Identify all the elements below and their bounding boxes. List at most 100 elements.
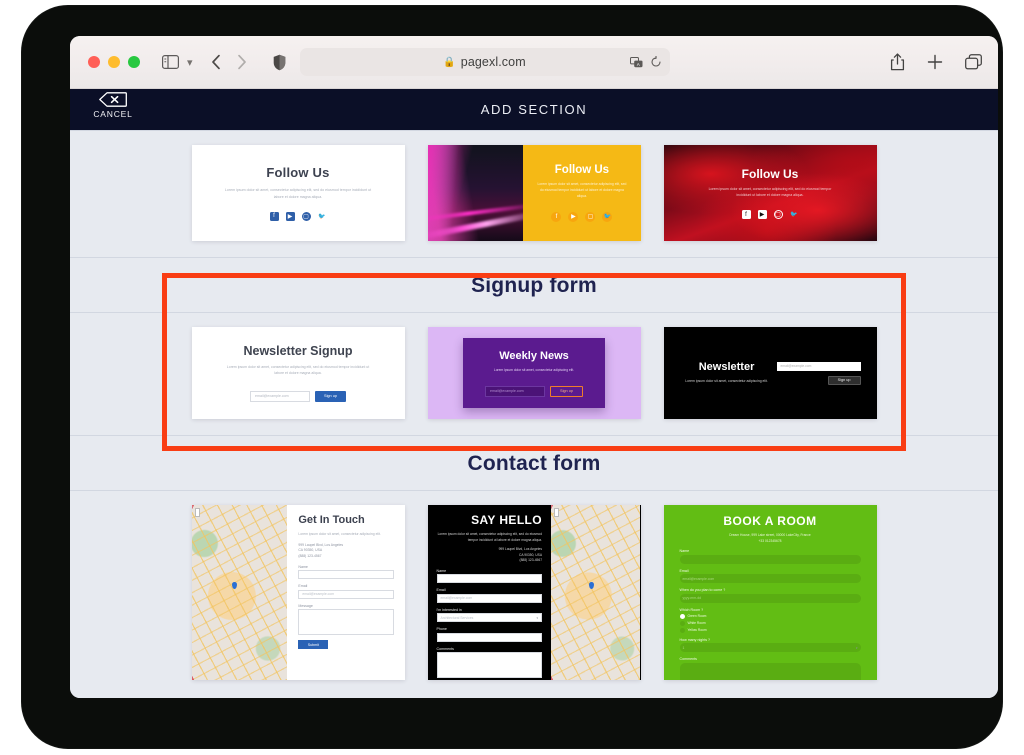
submit-button[interactable]: Submit xyxy=(298,640,329,650)
twitter-icon[interactable]: 🐦 xyxy=(602,211,613,222)
youtube-icon[interactable]: ▶ xyxy=(568,211,579,222)
card-heading: Weekly News xyxy=(499,349,569,362)
twitter-icon[interactable]: 🐦 xyxy=(318,212,327,221)
section-gallery[interactable]: Follow Us Lorem ipsum dolor sit amet, co… xyxy=(70,130,998,698)
name-input[interactable] xyxy=(436,574,543,584)
plus-icon[interactable] xyxy=(927,54,943,70)
card-follow-us-yellow[interactable]: Follow Us Lorem ipsum dolor sit amet, co… xyxy=(427,145,641,241)
back-chevron-icon[interactable] xyxy=(211,54,222,70)
youtube-icon[interactable]: ▶ xyxy=(285,211,295,221)
facebook-icon[interactable]: f xyxy=(551,211,562,222)
minimize-window-button[interactable] xyxy=(108,56,120,68)
chevron-down-icon[interactable]: ▾ xyxy=(187,56,193,69)
card-heading: BOOK A ROOM xyxy=(723,514,817,528)
card-book-a-room[interactable]: BOOK A ROOM Dream House, 999 Lake street… xyxy=(663,505,877,680)
field-label-comments: Comments xyxy=(679,657,697,662)
interested-in-value: Architectural Services xyxy=(440,615,474,620)
name-input[interactable] xyxy=(679,554,861,564)
field-label-interested-in: I'm interested in xyxy=(436,607,462,612)
social-links[interactable]: f ▶ ▢ 🐦 xyxy=(551,211,613,222)
map-image xyxy=(191,505,288,680)
youtube-icon[interactable]: ▶ xyxy=(757,210,767,220)
maximize-window-button[interactable] xyxy=(128,56,140,68)
sidebar-icon[interactable] xyxy=(162,55,179,69)
card-description: Lorem ipsum dolor sit amet, consectetur … xyxy=(685,379,768,384)
app-topbar: CANCEL ADD SECTION xyxy=(70,89,998,130)
radio-option-white-room[interactable]: White Room xyxy=(679,620,861,626)
page-title: ADD SECTION xyxy=(480,102,588,117)
card-address: Dream House, 999 Lake street, 00000 Lake… xyxy=(729,533,811,543)
email-input[interactable]: email@example.com xyxy=(436,593,543,603)
field-label-phone: Phone xyxy=(436,627,447,632)
social-links[interactable]: f ▶ ▢ 🐦 xyxy=(741,210,799,220)
card-follow-us-red[interactable]: Follow Us Lorem ipsum dolor sit amet, co… xyxy=(663,145,877,241)
card-description: Lorem ipsum dolor sit amet, consectetur … xyxy=(437,532,543,542)
reload-icon[interactable] xyxy=(650,56,662,68)
card-heading: Follow Us xyxy=(266,165,330,181)
interested-in-select[interactable]: Architectural Services ▾ xyxy=(436,613,543,623)
cancel-button[interactable]: CANCEL xyxy=(82,92,144,119)
forward-chevron-icon[interactable] xyxy=(236,54,247,70)
facebook-icon[interactable]: f xyxy=(269,211,279,221)
field-label-name: Name xyxy=(436,568,447,573)
close-window-button[interactable] xyxy=(88,56,100,68)
card-description: Lorem ipsum dolor sit amet, consectetur … xyxy=(708,186,832,197)
phone-input[interactable] xyxy=(436,632,543,642)
facebook-icon[interactable]: f xyxy=(741,210,751,220)
card-image xyxy=(427,145,524,241)
card-heading: Newsletter Signup xyxy=(243,344,353,359)
radio-icon xyxy=(679,620,685,626)
email-input[interactable]: email@example.com xyxy=(298,589,394,599)
card-newsletter-black[interactable]: Newsletter Lorem ipsum dolor sit amet, c… xyxy=(663,327,877,419)
address-bar[interactable]: 🔒 pagexl.com A xyxy=(299,48,670,76)
radio-label: Yellow Room xyxy=(687,628,707,633)
lock-icon: 🔒 xyxy=(443,56,456,68)
card-follow-us-white[interactable]: Follow Us Lorem ipsum dolor sit amet, co… xyxy=(191,145,405,241)
instagram-icon[interactable]: ▢ xyxy=(585,211,596,222)
card-description: Lorem ipsum dolor sit amet, consectetur … xyxy=(224,188,372,199)
shield-icon[interactable] xyxy=(273,54,286,71)
card-newsletter-signup-white[interactable]: Newsletter Signup Lorem ipsum dolor sit … xyxy=(191,327,405,419)
comments-textarea[interactable] xyxy=(436,652,543,679)
email-input[interactable]: email@example.com xyxy=(485,385,546,397)
radio-option-yellow-room[interactable]: Yellow Room xyxy=(679,627,861,633)
email-input[interactable]: email@example.com xyxy=(776,361,861,371)
window-traffic-lights xyxy=(88,56,140,68)
card-weekly-news-purple[interactable]: Weekly News Lorem ipsum dolor sit amet, … xyxy=(427,327,641,419)
section-title-signup: Signup form xyxy=(471,274,597,297)
email-input[interactable]: email@example.com xyxy=(679,574,861,584)
email-input[interactable]: email@example.com xyxy=(250,390,311,402)
card-say-hello[interactable]: SAY HELLO Lorem ipsum dolor sit amet, co… xyxy=(427,505,641,680)
name-input[interactable] xyxy=(298,570,394,580)
card-heading: SAY HELLO xyxy=(471,513,543,527)
instagram-icon[interactable]: ▢ xyxy=(301,211,311,221)
card-heading: Follow Us xyxy=(554,164,610,177)
map-zoom-control[interactable] xyxy=(194,508,200,517)
instagram-icon[interactable]: ▢ xyxy=(773,210,783,220)
signup-form: email@example.com Sign up xyxy=(774,361,861,385)
map-zoom-control[interactable] xyxy=(554,508,560,517)
message-textarea[interactable] xyxy=(298,609,394,636)
twitter-icon[interactable]: 🐦 xyxy=(790,210,799,219)
card-get-in-touch[interactable]: Get In Touch Lorem ipsum dolor sit amet,… xyxy=(191,505,405,680)
social-links[interactable]: f ▶ ▢ 🐦 xyxy=(269,211,327,221)
signup-button[interactable]: Sign up xyxy=(827,375,861,385)
tab-overview-icon[interactable] xyxy=(965,54,982,70)
arrival-date-input[interactable]: yyyy-mm-dd xyxy=(679,593,861,603)
browser-window: ▾ 🔒 pagexl.com A CANCEL ADD SECTION Foll… xyxy=(70,36,998,698)
signup-form: email@example.com Sign up xyxy=(250,390,346,402)
nights-value: 1 xyxy=(682,645,685,650)
signup-button[interactable]: Sign up xyxy=(550,385,583,397)
comments-textarea[interactable] xyxy=(679,662,861,680)
share-icon[interactable] xyxy=(890,53,905,71)
signup-button[interactable]: Sign up xyxy=(315,390,346,402)
nights-select[interactable]: 1 ▾ xyxy=(679,643,861,653)
field-label-email: Email xyxy=(298,584,308,589)
cancel-label: CANCEL xyxy=(93,109,133,119)
signup-cards: Newsletter Signup Lorem ipsum dolor sit … xyxy=(70,313,998,435)
translate-icon[interactable]: A xyxy=(629,56,643,68)
signup-form: email@example.com Sign up xyxy=(485,385,583,397)
radio-option-green-room[interactable]: Green Room xyxy=(679,613,861,619)
card-description: Lorem ipsum dolor sit amet, consectetur … xyxy=(537,182,627,198)
field-label-when: When do you plan to come ? xyxy=(679,588,726,593)
